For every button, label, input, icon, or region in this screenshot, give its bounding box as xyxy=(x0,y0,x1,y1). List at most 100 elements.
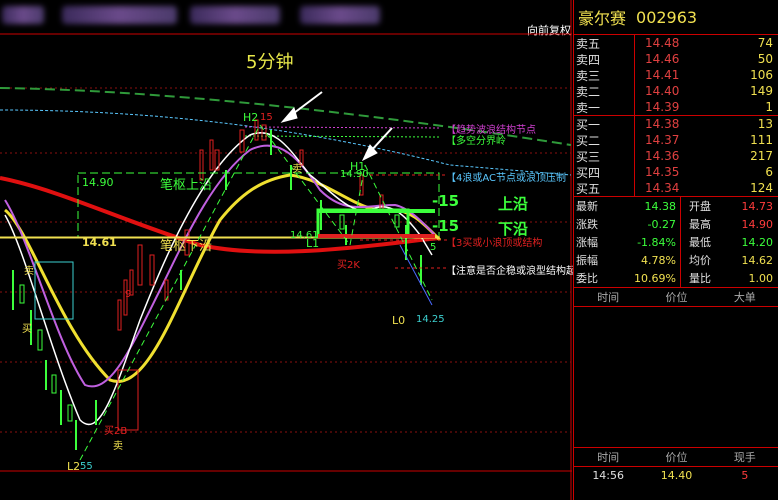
col-hand: 现手 xyxy=(733,451,756,464)
stat-value: -0.27 xyxy=(616,215,681,233)
bid-volume: 217 xyxy=(750,149,773,163)
bid-row[interactable]: 买四 14.35 6 xyxy=(574,163,778,181)
bid-label: 买五 xyxy=(574,179,635,197)
bid-price: 14.34 xyxy=(645,181,680,195)
ask-price: 14.41 xyxy=(645,68,680,82)
tick-price: 14.40 xyxy=(660,468,693,482)
kline-chart-area[interactable]: 向前复权 5分钟 【趋势波浪结构节点 【多空分界岭 【4浪或AC节点或浪顶压制 … xyxy=(0,0,576,500)
ask-price: 14.39 xyxy=(645,100,680,114)
big-trades-header: 时间 价位 大单 xyxy=(574,287,778,307)
stock-name: 豪尔赛 xyxy=(578,9,627,28)
ask-row[interactable]: 卖四 14.46 50 xyxy=(574,50,778,68)
l0-value: 14.25 xyxy=(416,314,445,325)
stat-value: 14.20 xyxy=(741,235,774,249)
h2-label: H2 xyxy=(243,111,259,124)
col-big-order: 大单 xyxy=(733,291,756,304)
upper-edge-label: 上沿 xyxy=(498,195,529,213)
wave4-annotation: 【4浪或AC节点或浪顶压制 xyxy=(446,173,567,184)
ask-volume: 50 xyxy=(757,52,773,66)
l2-value: 55 xyxy=(80,461,93,472)
ask-row[interactable]: 卖一 14.39 1 xyxy=(574,98,778,116)
tick-hand: 5 xyxy=(741,468,749,482)
bid-label: 买二 xyxy=(574,131,635,149)
stock-header: 豪尔赛 002963 xyxy=(574,0,778,35)
stat-row: 委比 10.69% 量比 1.00 xyxy=(574,269,778,287)
stat-label: 振幅 xyxy=(576,254,598,267)
stat-value: 1.00 xyxy=(748,271,774,285)
pen-upper-label: 笔枢上沿 xyxy=(160,178,213,193)
period-label[interactable]: 5分钟 xyxy=(246,48,293,74)
stat-value: 10.69% xyxy=(616,269,681,287)
bid-volume: 13 xyxy=(757,117,773,131)
stat-label: 均价 xyxy=(689,254,711,267)
stat-label: 开盘 xyxy=(689,200,711,213)
ask-volume: 1 xyxy=(765,100,773,114)
ticks-header: 时间 价位 现手 xyxy=(574,447,778,467)
bid-volume: 6 xyxy=(765,165,773,179)
l2-label: L2 xyxy=(67,460,81,473)
tick-row[interactable]: 14:56 14.40 5 xyxy=(574,467,778,483)
bid-price: 14.35 xyxy=(645,165,680,179)
count-marker: 9 xyxy=(125,289,132,300)
bid-row[interactable]: 买二 14.37 111 xyxy=(574,131,778,149)
sell-marker: 卖 xyxy=(113,441,123,452)
stat-value: 14.90 xyxy=(741,217,774,231)
ask-label: 卖五 xyxy=(574,34,635,52)
bid-row[interactable]: 买五 14.34 124 xyxy=(574,179,778,197)
ask-label: 卖二 xyxy=(574,82,635,100)
ask-volume: 106 xyxy=(750,68,773,82)
stat-row: 涨幅 -1.84% 最低 14.20 xyxy=(574,233,778,251)
col-price: 价位 xyxy=(665,451,688,464)
bid-price: 14.38 xyxy=(645,117,680,131)
stat-value: 14.73 xyxy=(741,199,774,213)
stat-value: 14.62 xyxy=(741,253,774,267)
col-price: 价位 xyxy=(665,291,688,304)
bid-price: 14.37 xyxy=(645,133,680,147)
ask-row[interactable]: 卖三 14.41 106 xyxy=(574,66,778,84)
h1-value: 14.90 xyxy=(340,169,369,180)
ma-red-thick xyxy=(0,176,441,254)
bull-bear-annotation: 【多空分界岭 xyxy=(446,136,506,147)
bid-row[interactable]: 买三 14.36 217 xyxy=(574,147,778,165)
stat-label: 最高 xyxy=(689,218,711,231)
buy-2k-marker: 买2K xyxy=(337,260,360,271)
stat-label: 量比 xyxy=(689,272,711,285)
lower-edge-label: 下沿 xyxy=(498,220,529,238)
quote-panel: 豪尔赛 002963 卖五 14.48 74 卖四 14.46 50 卖三 14.41 10… xyxy=(573,0,778,500)
ask-row[interactable]: 卖二 14.40 149 xyxy=(574,82,778,100)
buy-marker: 买 xyxy=(22,324,32,335)
stat-label: 涨幅 xyxy=(576,236,598,249)
bid-label: 买三 xyxy=(574,147,635,165)
watch-annotation: 【注意是否企稳或浪型结构起 xyxy=(446,266,576,277)
chart-canvas xyxy=(0,0,572,500)
quote-stats: 最新 14.38 开盘 14.73 涨跌 -0.27 最高 14.90 涨幅 -1.84% 最低 14… xyxy=(574,197,778,287)
count-marker: 5 xyxy=(430,242,437,253)
stat-value: 4.78% xyxy=(616,251,681,269)
ask-label: 卖三 xyxy=(574,66,635,84)
ask-price: 14.48 xyxy=(645,36,680,50)
ask-label: 卖四 xyxy=(574,50,635,68)
stat-label: 最低 xyxy=(689,236,711,249)
sell-marker: 卖 xyxy=(24,266,34,277)
stat-value: -1.84% xyxy=(616,233,681,251)
sell-marker: 卖 xyxy=(292,164,302,175)
blue-stroke xyxy=(399,244,433,306)
bid-row[interactable]: 买一 14.38 13 xyxy=(574,115,778,133)
stat-label: 委比 xyxy=(576,272,598,285)
ask-volume: 149 xyxy=(750,84,773,98)
ma-purple xyxy=(4,144,436,388)
big-trades-list[interactable] xyxy=(574,307,778,447)
pointer-arrows xyxy=(280,91,393,162)
col-time: 时间 xyxy=(597,451,620,464)
ask-row[interactable]: 卖五 14.48 74 xyxy=(574,34,778,52)
stat-label: 最新 xyxy=(576,200,598,213)
bid-volume: 111 xyxy=(750,133,773,147)
ask-label: 卖一 xyxy=(574,98,635,116)
stat-label: 涨跌 xyxy=(576,218,598,231)
bid-book: 买一 14.38 13 买二 14.37 111 买三 14.36 217 买四 14.35 6… xyxy=(574,115,778,197)
pen-lower-label: 笔枢下沿 xyxy=(160,239,213,254)
lower-price-label: 14.61 xyxy=(82,236,117,249)
stock-code: 002963 xyxy=(636,7,698,27)
tick-time: 14:56 xyxy=(592,468,625,482)
trend-node-line xyxy=(244,126,441,129)
